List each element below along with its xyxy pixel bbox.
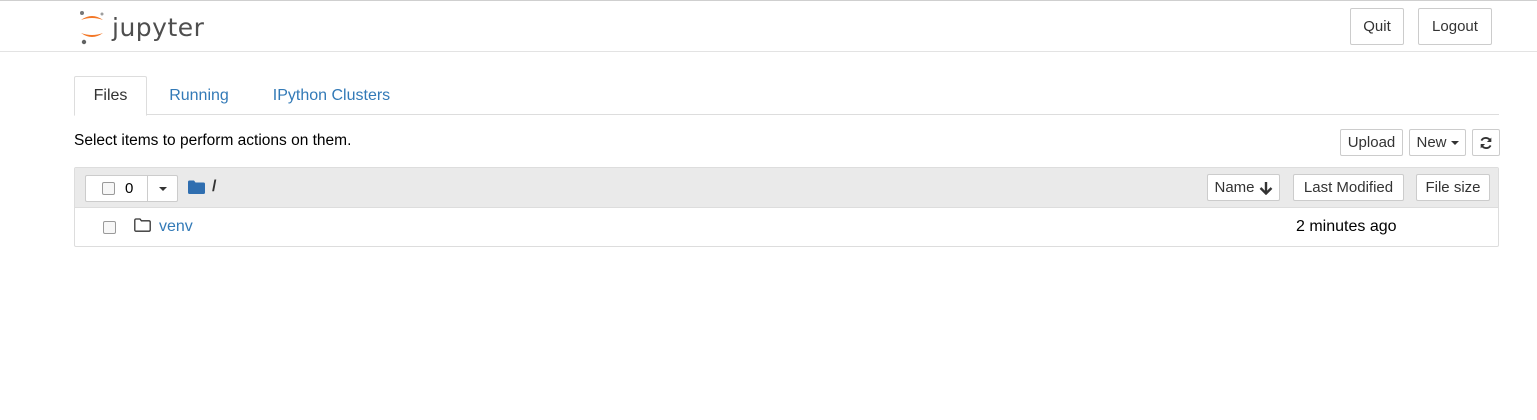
caret-down-icon	[1450, 140, 1459, 145]
logout-button[interactable]: Logout	[1418, 8, 1492, 45]
select-all-checkbox[interactable]	[102, 182, 115, 195]
item-checkbox[interactable]	[103, 221, 116, 234]
folder-icon[interactable]	[188, 180, 205, 194]
folder-outline-icon	[134, 218, 151, 232]
upload-button[interactable]: Upload	[1340, 129, 1403, 156]
breadcrumb-root[interactable]: /	[212, 178, 216, 196]
file-list-header: 0 / Name Last Modified File size	[75, 168, 1498, 208]
logo-text: jupyter	[112, 12, 205, 42]
tab-files[interactable]: Files	[74, 76, 147, 116]
refresh-button[interactable]	[1472, 129, 1500, 156]
jupyter-logo-icon	[80, 11, 104, 45]
selected-count: 0	[125, 180, 134, 197]
tab-ipython-clusters[interactable]: IPython Clusters	[264, 76, 399, 115]
tab-running[interactable]: Running	[159, 76, 239, 115]
sort-by-size-button[interactable]: File size	[1416, 174, 1490, 201]
tab-bar: Files Running IPython Clusters	[74, 76, 1499, 116]
sort-by-name-button[interactable]: Name	[1207, 174, 1280, 201]
arrow-down-icon	[1259, 181, 1272, 195]
select-dropdown-button[interactable]	[148, 176, 178, 201]
list-item[interactable]: venv 2 minutes ago	[75, 208, 1498, 246]
breadcrumb: /	[188, 178, 216, 196]
caret-down-icon	[159, 186, 167, 191]
jupyter-logo[interactable]: jupyter	[78, 9, 204, 45]
item-modified: 2 minutes ago	[1296, 218, 1397, 235]
select-all-group: 0	[85, 175, 178, 202]
new-button-label: New	[1416, 134, 1447, 151]
new-button[interactable]: New	[1409, 129, 1466, 156]
selection-hint: Select items to perform actions on them.	[74, 132, 352, 149]
file-list: 0 / Name Last Modified File size venv 2 …	[74, 167, 1499, 247]
select-all-toggle[interactable]: 0	[86, 176, 148, 201]
item-name-link[interactable]: venv	[159, 218, 193, 236]
quit-button[interactable]: Quit	[1350, 8, 1404, 45]
sort-name-label: Name	[1214, 179, 1255, 196]
refresh-icon	[1480, 136, 1492, 149]
sort-by-modified-button[interactable]: Last Modified	[1293, 174, 1404, 201]
top-header: jupyter Quit Logout	[0, 1, 1537, 52]
